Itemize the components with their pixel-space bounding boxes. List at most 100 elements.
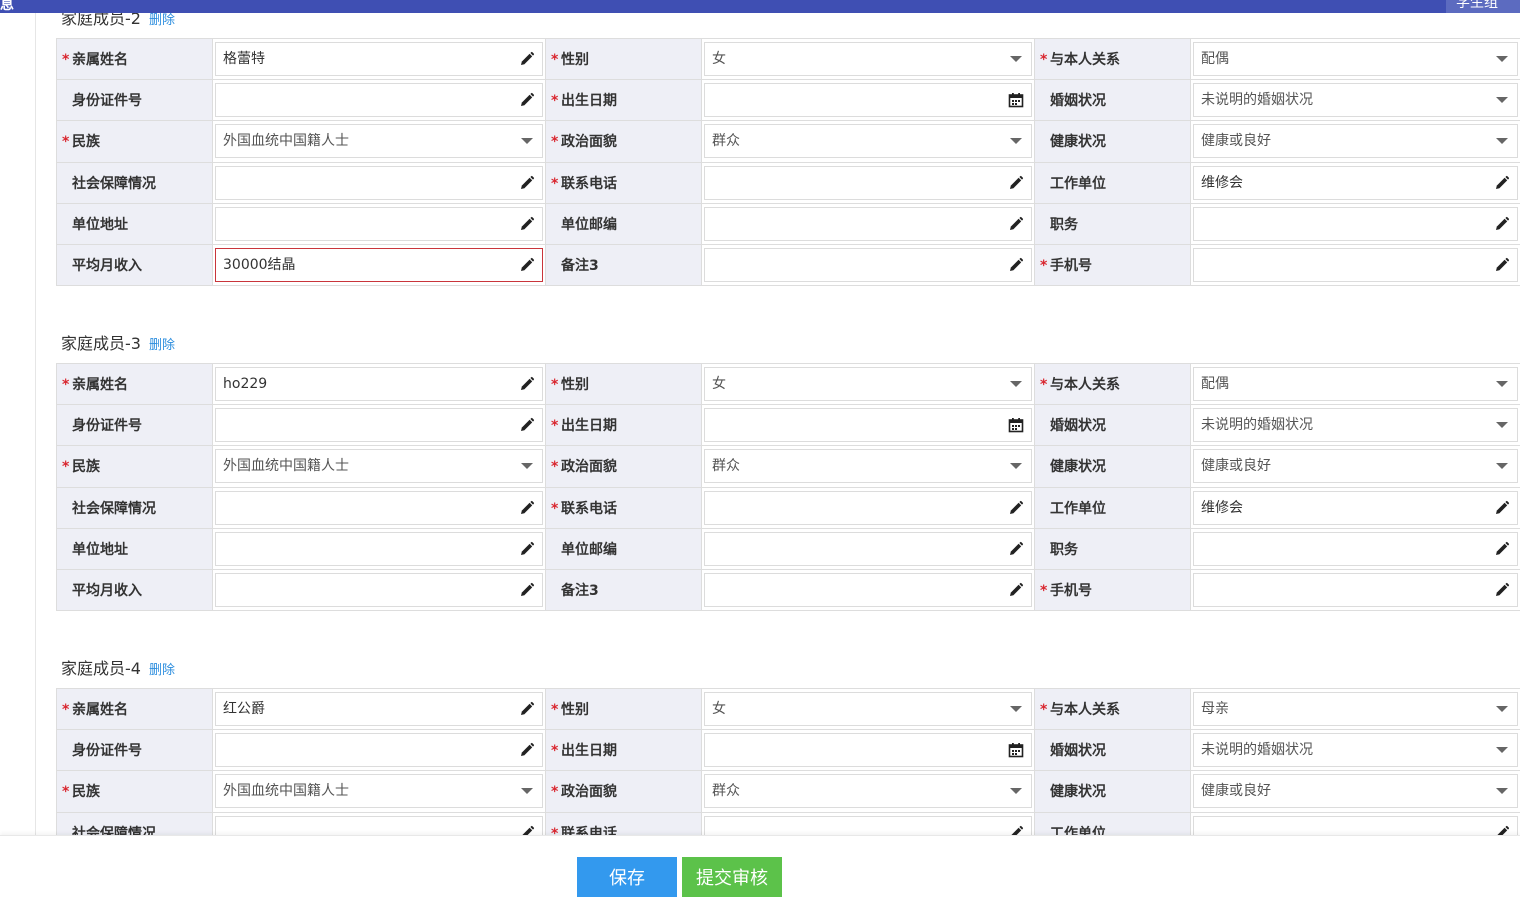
edit-pencil-icon[interactable] — [518, 581, 536, 599]
date-picker[interactable] — [704, 408, 1032, 443]
edit-pencil-icon[interactable] — [1493, 256, 1511, 274]
dropdown[interactable]: 未说明的婚姻状况 — [1193, 83, 1518, 118]
edit-pencil-icon[interactable] — [518, 91, 536, 109]
chevron-down-icon[interactable] — [1493, 457, 1511, 475]
text-input[interactable] — [215, 573, 543, 608]
edit-pencil-icon[interactable] — [1007, 540, 1025, 558]
dropdown[interactable]: 女 — [704, 692, 1032, 727]
edit-pencil-icon[interactable] — [518, 375, 536, 393]
text-input[interactable] — [704, 531, 1032, 566]
edit-pencil-icon[interactable] — [1007, 174, 1025, 192]
dropdown[interactable]: 女 — [704, 42, 1032, 77]
text-input[interactable]: ho229 — [215, 367, 543, 402]
form-scroll-area[interactable]: 家庭成员-2 删除 * 亲属姓名 格蕾特 * 性别女 * 与本人关系 配偶 身份证件号 * 出生日期 婚姻… — [0, 0, 1520, 835]
text-input[interactable] — [215, 733, 543, 768]
calendar-icon[interactable] — [1007, 91, 1025, 109]
chevron-down-icon[interactable] — [1007, 375, 1025, 393]
dropdown[interactable]: 群众 — [704, 774, 1032, 809]
edit-pencil-icon[interactable] — [518, 50, 536, 68]
calendar-icon[interactable] — [1007, 741, 1025, 759]
header-right-tag[interactable]: 学生组 — [1446, 0, 1520, 13]
text-input[interactable] — [215, 408, 543, 443]
chevron-down-icon[interactable] — [1007, 457, 1025, 475]
text-input[interactable] — [1193, 248, 1518, 283]
edit-pencil-icon[interactable] — [1493, 824, 1511, 835]
edit-pencil-icon[interactable] — [1493, 540, 1511, 558]
edit-pencil-icon[interactable] — [518, 215, 536, 233]
edit-pencil-icon[interactable] — [518, 824, 536, 835]
edit-pencil-icon[interactable] — [518, 416, 536, 434]
chevron-down-icon[interactable] — [1007, 132, 1025, 150]
text-input[interactable] — [215, 83, 543, 118]
text-input[interactable] — [215, 206, 543, 241]
dropdown[interactable]: 外国血统中国籍人士 — [215, 124, 543, 159]
edit-pencil-icon[interactable] — [1007, 256, 1025, 274]
edit-pencil-icon[interactable] — [518, 256, 536, 274]
chevron-down-icon[interactable] — [518, 782, 536, 800]
edit-pencil-icon[interactable] — [518, 700, 536, 718]
dropdown[interactable]: 健康或良好 — [1193, 449, 1518, 484]
dropdown[interactable]: 配偶 — [1193, 42, 1518, 77]
date-picker[interactable] — [704, 83, 1032, 118]
edit-pencil-icon[interactable] — [1007, 215, 1025, 233]
edit-pencil-icon[interactable] — [1007, 824, 1025, 835]
delete-member-link[interactable]: 删除 — [149, 338, 175, 353]
save-button[interactable]: 保存 — [577, 857, 677, 897]
text-input[interactable]: 格蕾特 — [215, 42, 543, 77]
submit-review-button[interactable]: 提交审核 — [682, 857, 782, 897]
chevron-down-icon[interactable] — [518, 132, 536, 150]
delete-member-link[interactable]: 删除 — [149, 13, 175, 28]
date-picker[interactable] — [704, 733, 1032, 768]
chevron-down-icon[interactable] — [1007, 700, 1025, 718]
text-input[interactable] — [704, 573, 1032, 608]
chevron-down-icon[interactable] — [1493, 700, 1511, 718]
calendar-icon[interactable] — [1007, 416, 1025, 434]
chevron-down-icon[interactable] — [1493, 91, 1511, 109]
text-input[interactable] — [1193, 206, 1518, 241]
chevron-down-icon[interactable] — [1493, 416, 1511, 434]
text-input[interactable] — [704, 165, 1032, 200]
dropdown[interactable]: 健康或良好 — [1193, 124, 1518, 159]
edit-pencil-icon[interactable] — [1493, 215, 1511, 233]
delete-member-link[interactable]: 删除 — [149, 663, 175, 678]
chevron-down-icon[interactable] — [1007, 50, 1025, 68]
edit-pencil-icon[interactable] — [518, 174, 536, 192]
dropdown[interactable]: 未说明的婚姻状况 — [1193, 733, 1518, 768]
dropdown[interactable]: 群众 — [704, 124, 1032, 159]
dropdown[interactable]: 女 — [704, 367, 1032, 402]
text-input[interactable] — [215, 165, 543, 200]
chevron-down-icon[interactable] — [1493, 132, 1511, 150]
text-input[interactable] — [704, 248, 1032, 283]
chevron-down-icon[interactable] — [1493, 782, 1511, 800]
dropdown[interactable]: 外国血统中国籍人士 — [215, 449, 543, 484]
edit-pencil-icon[interactable] — [1007, 581, 1025, 599]
chevron-down-icon[interactable] — [1493, 375, 1511, 393]
text-input[interactable] — [1193, 815, 1518, 835]
text-input[interactable] — [704, 490, 1032, 525]
dropdown[interactable]: 未说明的婚姻状况 — [1193, 408, 1518, 443]
chevron-down-icon[interactable] — [1493, 741, 1511, 759]
dropdown[interactable]: 母亲 — [1193, 692, 1518, 727]
edit-pencil-icon[interactable] — [518, 540, 536, 558]
chevron-down-icon[interactable] — [518, 457, 536, 475]
dropdown[interactable]: 群众 — [704, 449, 1032, 484]
dropdown[interactable]: 配偶 — [1193, 367, 1518, 402]
text-input[interactable]: 30000结晶 — [215, 248, 543, 283]
edit-pencil-icon[interactable] — [1493, 581, 1511, 599]
edit-pencil-icon[interactable] — [1007, 499, 1025, 517]
text-input[interactable] — [215, 490, 543, 525]
text-input[interactable] — [704, 815, 1032, 835]
text-input[interactable] — [1193, 573, 1518, 608]
text-input[interactable] — [215, 531, 543, 566]
chevron-down-icon[interactable] — [1493, 50, 1511, 68]
chevron-down-icon[interactable] — [1007, 782, 1025, 800]
dropdown[interactable]: 外国血统中国籍人士 — [215, 774, 543, 809]
text-input[interactable]: 维修会 — [1193, 165, 1518, 200]
text-input[interactable] — [704, 206, 1032, 241]
edit-pencil-icon[interactable] — [1493, 499, 1511, 517]
text-input[interactable]: 维修会 — [1193, 490, 1518, 525]
edit-pencil-icon[interactable] — [518, 741, 536, 759]
text-input[interactable] — [1193, 531, 1518, 566]
dropdown[interactable]: 健康或良好 — [1193, 774, 1518, 809]
edit-pencil-icon[interactable] — [518, 499, 536, 517]
